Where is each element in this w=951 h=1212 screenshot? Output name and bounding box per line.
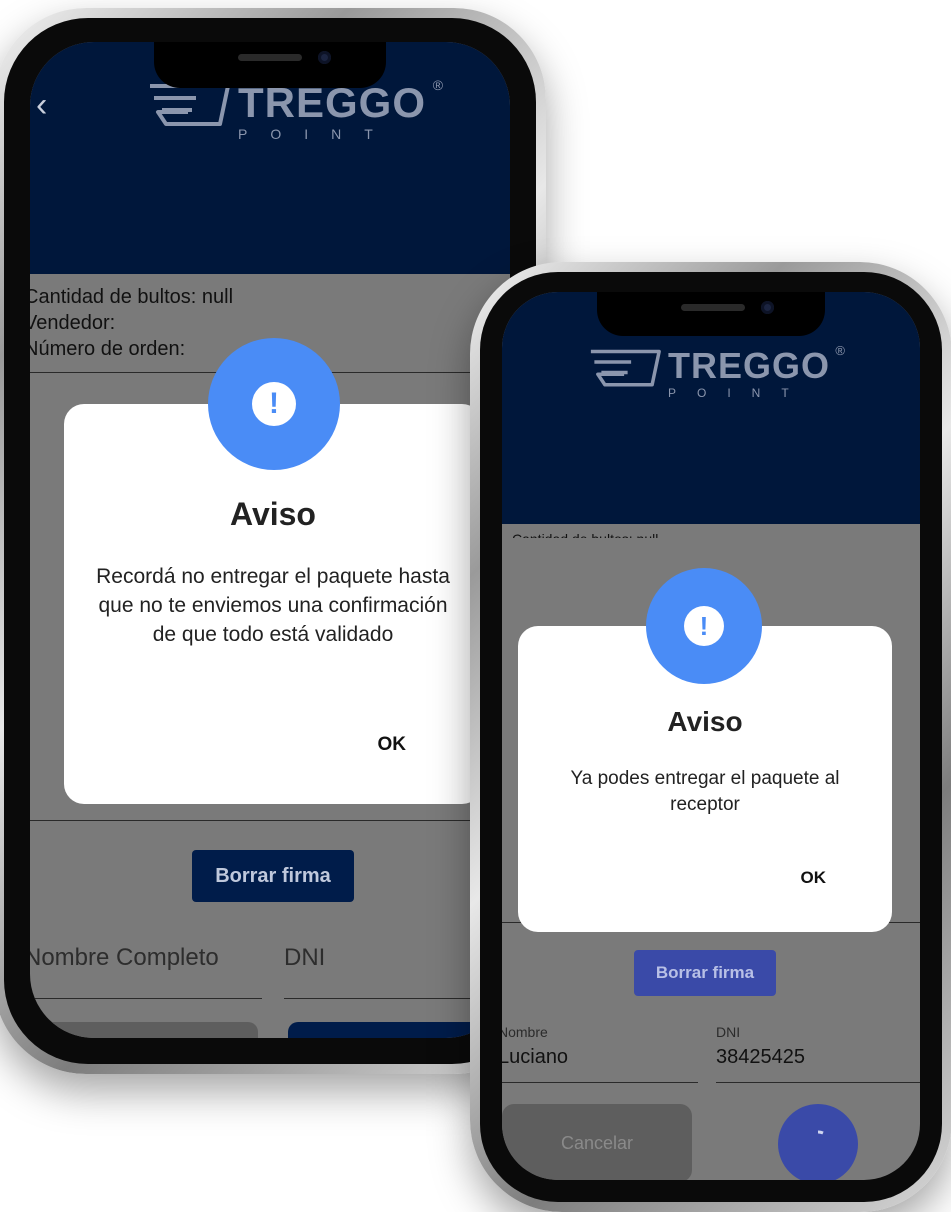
back-icon[interactable]: ‹ [36, 86, 47, 125]
ok-button[interactable]: OK [801, 868, 827, 888]
registered-mark: ® [432, 77, 445, 93]
cancel-button-partial[interactable] [30, 1022, 258, 1038]
alert-badge: ! [208, 338, 340, 470]
info-text-partial: Cantidad de bultos: null [512, 528, 658, 538]
borrar-firma-button[interactable]: Borrar firma [634, 950, 776, 996]
treggo-logo: TREGGO ® POINT [588, 344, 845, 400]
treggo-logo: TREGGO ® POINT [148, 78, 443, 142]
alert-badge: ! [646, 568, 762, 684]
borrar-firma-button[interactable]: Borrar firma [192, 850, 354, 902]
brand-sub: POINT [668, 386, 810, 400]
wing-icon [150, 84, 230, 126]
vendedor-text: Vendedor: [30, 312, 116, 334]
exclamation-icon: ! [252, 382, 296, 426]
dialog-message: Ya podes entregar el paquete al receptor [570, 768, 840, 815]
registered-mark: ® [835, 343, 847, 358]
brand-sub: POINT [238, 126, 396, 142]
nombre-input[interactable]: Luciano [502, 1046, 568, 1069]
right-phone: TREGGO ® POINT Cantidad de bultos: null … [470, 262, 951, 1212]
bezel: ‹ TREGGO ® POINT Cantidad de bultos: nul… [4, 18, 536, 1064]
nombre-field[interactable]: Nombre Completo [30, 944, 219, 972]
cancelar-label: Cancelar [560, 1132, 634, 1153]
notch [597, 292, 825, 336]
orden-text: Número de orden: [30, 338, 186, 360]
ok-button[interactable]: OK [378, 734, 407, 756]
wing-icon [590, 349, 661, 387]
bultos-text: Cantidad de bultos: null [30, 286, 234, 308]
cancelar-button[interactable]: Cancelar [502, 1104, 692, 1180]
dialog-message: Recordá no entregar el paquete hasta que… [96, 565, 450, 646]
dialog-title: Aviso [667, 706, 743, 737]
notch [154, 42, 386, 88]
loading-spinner-icon [817, 1130, 824, 1135]
confirm-button-partial[interactable] [288, 1022, 498, 1038]
dni-label: DNI [716, 1024, 741, 1040]
dialog-title: Aviso [230, 496, 316, 532]
exclamation-icon: ! [684, 606, 724, 646]
signature-bottom-line [30, 820, 510, 821]
right-screen: TREGGO ® POINT Cantidad de bultos: null … [502, 292, 920, 1180]
dni-underline [716, 1082, 920, 1083]
bezel: TREGGO ® POINT Cantidad de bultos: null … [480, 272, 942, 1202]
nombre-underline [502, 1082, 698, 1083]
left-screen: ‹ TREGGO ® POINT Cantidad de bultos: nul… [30, 42, 510, 1038]
dni-field[interactable]: DNI [284, 944, 325, 972]
left-phone: ‹ TREGGO ® POINT Cantidad de bultos: nul… [0, 8, 546, 1074]
nombre-label: Nombre [502, 1024, 548, 1040]
dni-input[interactable]: 38425425 [716, 1046, 805, 1069]
brand-name: TREGGO [668, 345, 831, 386]
loading-button[interactable] [778, 1104, 858, 1180]
nombre-underline [30, 998, 262, 999]
